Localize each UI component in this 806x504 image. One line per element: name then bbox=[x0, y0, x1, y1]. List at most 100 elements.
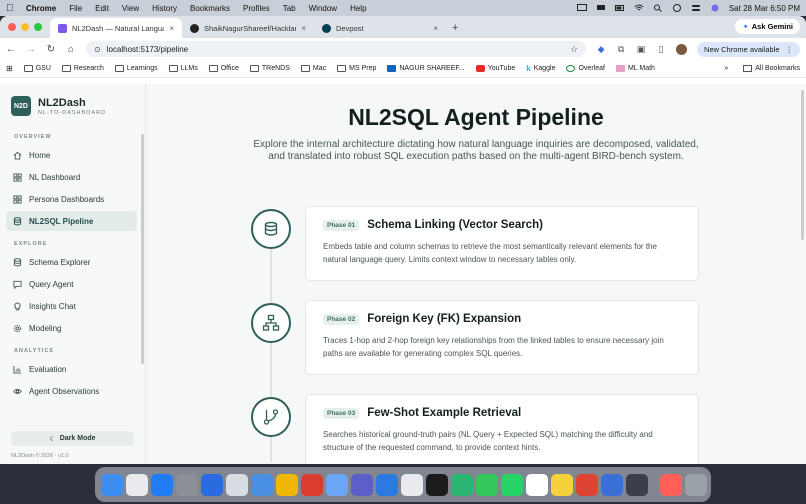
maximize-window-button[interactable] bbox=[34, 23, 42, 31]
sidebar-item-agent-observations[interactable]: Agent Observations bbox=[6, 381, 137, 401]
wifi-icon[interactable] bbox=[634, 4, 644, 12]
dock-app-icon[interactable] bbox=[201, 473, 223, 496]
close-tab-icon[interactable]: × bbox=[433, 24, 438, 33]
bookmark-star-icon[interactable]: ☆ bbox=[570, 44, 578, 55]
menu-edit[interactable]: Edit bbox=[95, 4, 109, 13]
menubar-datetime[interactable]: Sat 28 Mar 6:50 PM bbox=[729, 4, 800, 13]
youtube-icon bbox=[475, 65, 485, 72]
minimize-window-button[interactable] bbox=[21, 23, 29, 31]
search-icon[interactable] bbox=[653, 4, 663, 12]
reload-icon[interactable]: ↻ bbox=[46, 44, 56, 55]
dock-app-icon[interactable] bbox=[251, 473, 273, 496]
sidebar-item-schema-explorer[interactable]: Schema Explorer bbox=[6, 252, 137, 272]
dock-app-icon[interactable] bbox=[426, 473, 448, 496]
dock-app-icon[interactable] bbox=[501, 473, 523, 496]
bookmark-kaggle[interactable]: k Kaggle bbox=[526, 64, 555, 73]
dock-app-icon[interactable] bbox=[226, 473, 248, 496]
sidebar-scrollbar[interactable] bbox=[141, 134, 144, 364]
forward-arrow-icon[interactable]: → bbox=[26, 44, 36, 55]
bookmark-learnings[interactable]: Learnings bbox=[114, 65, 158, 72]
bookmark-gsu[interactable]: GSU bbox=[23, 65, 51, 72]
battery-icon[interactable] bbox=[614, 4, 625, 12]
menu-history[interactable]: History bbox=[152, 4, 177, 13]
ask-gemini-button[interactable]: ✦ Ask Gemini bbox=[735, 19, 800, 34]
dock-app-icon[interactable] bbox=[301, 473, 323, 496]
bookmark-linkedin[interactable]: NAGUR SHAREEF... bbox=[387, 65, 465, 72]
dock-app-icon[interactable] bbox=[626, 473, 648, 496]
dock-app-icon[interactable] bbox=[526, 473, 548, 496]
bookmark-llms[interactable]: LLMs bbox=[168, 65, 198, 72]
close-tab-icon[interactable]: × bbox=[301, 24, 306, 33]
dock-app-icon[interactable] bbox=[551, 473, 573, 496]
bookmark-ms-prep[interactable]: MS Prep bbox=[337, 65, 376, 72]
dock-app-icon[interactable] bbox=[401, 473, 423, 496]
menu-window[interactable]: Window bbox=[309, 4, 337, 13]
all-bookmarks-button[interactable]: » All Bookmarks bbox=[724, 65, 800, 72]
bookmark-research[interactable]: Research bbox=[61, 65, 104, 72]
menu-profiles[interactable]: Profiles bbox=[243, 4, 270, 13]
user-icon[interactable] bbox=[672, 4, 682, 12]
dock-app-icon[interactable] bbox=[476, 473, 498, 496]
brand[interactable]: N2D NL2Dash NL-TO-DASHBOARD bbox=[0, 84, 145, 126]
dock-app-icon[interactable] bbox=[276, 473, 298, 496]
display-icon[interactable] bbox=[596, 4, 606, 12]
dock-app-icon[interactable] bbox=[126, 473, 148, 496]
bookmark-overleaf[interactable]: Overleaf bbox=[566, 65, 605, 72]
sidebar-item-persona-dashboards[interactable]: Persona Dashboards bbox=[6, 189, 137, 209]
overflow-chevron-icon[interactable]: » bbox=[724, 65, 728, 72]
new-chrome-available-button[interactable]: New Chrome available ⋮ bbox=[697, 41, 800, 57]
menu-view[interactable]: View bbox=[122, 4, 139, 13]
dark-mode-toggle[interactable]: ☾ Dark Mode bbox=[11, 431, 134, 446]
bookmark-mac[interactable]: Mac bbox=[300, 65, 326, 72]
dock-app-icon[interactable] bbox=[576, 473, 598, 496]
bookmark-trends[interactable]: TReNDS bbox=[249, 65, 290, 72]
tab-nl2dash[interactable]: NL2Dash — Natural Language × bbox=[50, 18, 182, 38]
dock-app-icon[interactable] bbox=[101, 473, 123, 496]
close-window-button[interactable] bbox=[8, 23, 16, 31]
sidebar-item-query-agent[interactable]: Query Agent bbox=[6, 274, 137, 294]
dock-app-icon[interactable] bbox=[601, 473, 623, 496]
dock-app-icon[interactable] bbox=[151, 473, 173, 496]
sidebar-item-evaluation[interactable]: Evaluation bbox=[6, 359, 137, 379]
sidebar-item-nl-dashboard[interactable]: NL Dashboard bbox=[6, 167, 137, 187]
dock-app-icon[interactable] bbox=[685, 473, 707, 496]
dock-app-icon[interactable] bbox=[376, 473, 398, 496]
dock-app-icon[interactable] bbox=[176, 473, 198, 496]
dock-app-icon[interactable] bbox=[660, 473, 682, 496]
menu-chrome[interactable]: Chrome bbox=[26, 4, 56, 13]
control-center-icon[interactable] bbox=[691, 4, 701, 12]
split-view-icon[interactable]: ▯ bbox=[656, 44, 666, 54]
screen-mirror-icon[interactable] bbox=[576, 4, 587, 12]
apps-grid-icon[interactable]: ⊞ bbox=[6, 64, 13, 73]
menu-tab[interactable]: Tab bbox=[283, 4, 296, 13]
tab-github[interactable]: ShaikNagurShareef/Hacklan × bbox=[182, 18, 314, 38]
extension-layers-icon[interactable]: ◆ bbox=[596, 44, 606, 54]
dock-app-icon[interactable] bbox=[326, 473, 348, 496]
new-tab-button[interactable]: + bbox=[452, 18, 458, 38]
apple-icon[interactable]:  bbox=[6, 3, 16, 14]
close-tab-icon[interactable]: × bbox=[169, 24, 174, 33]
site-info-icon[interactable]: ⊙ bbox=[94, 45, 101, 54]
more-menu-icon[interactable]: ⋮ bbox=[786, 45, 794, 54]
profile-avatar[interactable] bbox=[676, 43, 688, 55]
siri-icon[interactable] bbox=[710, 4, 720, 12]
menu-help[interactable]: Help bbox=[350, 4, 366, 13]
address-bar[interactable]: ⊙ localhost:5173/pipeline ☆ bbox=[86, 41, 587, 57]
bookmark-ml-math[interactable]: ML Math bbox=[615, 65, 655, 72]
sidebar-item-modeling[interactable]: Modeling bbox=[6, 318, 137, 338]
main-scrollbar[interactable] bbox=[801, 90, 804, 240]
tab-devpost[interactable]: Devpost × bbox=[314, 18, 446, 38]
menu-file[interactable]: File bbox=[69, 4, 82, 13]
menu-bookmarks[interactable]: Bookmarks bbox=[190, 4, 230, 13]
sidebar-item-home[interactable]: Home bbox=[6, 145, 137, 165]
extensions-puzzle-icon[interactable]: ⧉ bbox=[616, 44, 626, 54]
dock-app-icon[interactable] bbox=[351, 473, 373, 496]
sidebar-item-nl2sql-pipeline[interactable]: NL2SQL Pipeline bbox=[6, 211, 137, 231]
dock-app-icon[interactable] bbox=[451, 473, 473, 496]
sidebar-item-insights-chat[interactable]: Insights Chat bbox=[6, 296, 137, 316]
back-arrow-icon[interactable]: ← bbox=[6, 44, 16, 55]
tab-search-icon[interactable]: ▣ bbox=[636, 44, 646, 54]
home-icon[interactable]: ⌂ bbox=[66, 44, 76, 55]
bookmark-youtube[interactable]: YouTube bbox=[475, 65, 515, 72]
bookmark-office[interactable]: Office bbox=[208, 65, 239, 72]
